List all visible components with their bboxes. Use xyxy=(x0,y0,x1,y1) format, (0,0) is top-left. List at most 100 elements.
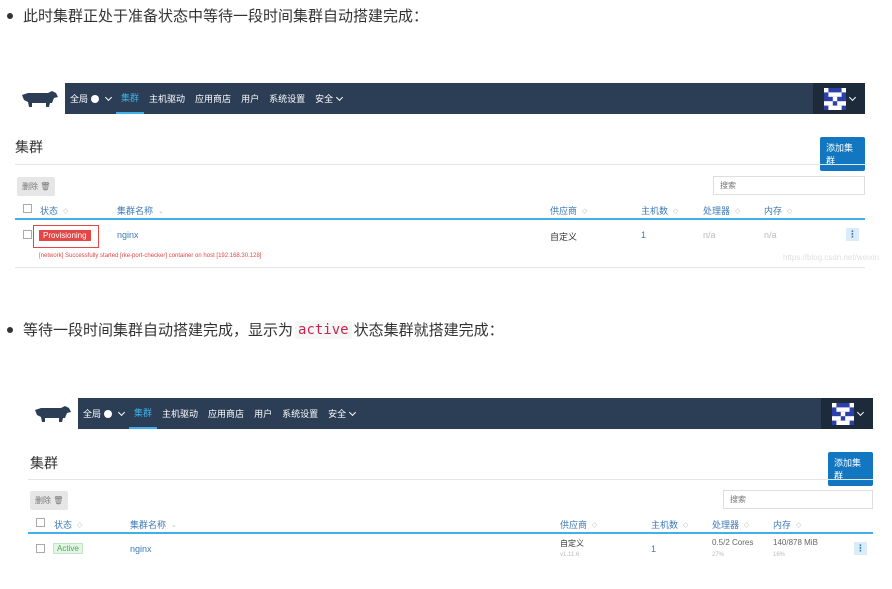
column-status-label: 状态 xyxy=(40,206,59,216)
paragraph-first: 此时集群正处于准备状态中等待一段时间集群自动搭建完成： xyxy=(7,5,428,26)
hosts-value[interactable]: 1 xyxy=(651,544,656,554)
nav-item-settings[interactable]: 系统设置 xyxy=(277,398,323,429)
table-header-underline xyxy=(15,218,865,220)
chevron-down-icon xyxy=(349,408,357,416)
nav-item-clusters[interactable]: 集群 xyxy=(129,398,158,429)
nav-global[interactable]: 全局 xyxy=(78,398,129,429)
nav-item-users[interactable]: 用户 xyxy=(236,83,264,114)
kebab-menu-icon[interactable]: ⋮ xyxy=(854,542,867,555)
cow-logo-icon xyxy=(22,90,58,107)
nav-item-host-drivers[interactable]: 主机驱动 xyxy=(144,83,190,114)
search-input[interactable] xyxy=(723,490,873,509)
column-provider-label: 供应商 xyxy=(550,206,578,216)
cluster-name-link[interactable]: nginx xyxy=(130,544,152,554)
column-memory-label: 内存 xyxy=(764,206,783,216)
column-cpu-label: 处理器 xyxy=(712,520,740,530)
delete-button-label: 删除 xyxy=(35,496,51,505)
row-divider xyxy=(15,267,865,268)
column-name[interactable]: 集群名称 ⌄ xyxy=(117,204,164,217)
sort-icon: ◇ xyxy=(673,207,679,215)
sort-icon: ◇ xyxy=(744,521,750,529)
nav-item-clusters[interactable]: 集群 xyxy=(116,83,145,114)
user-menu[interactable] xyxy=(813,83,865,114)
nav-item-host-drivers[interactable]: 主机驱动 xyxy=(157,398,203,429)
column-hosts-label: 主机数 xyxy=(641,206,669,216)
row-checkbox[interactable] xyxy=(36,544,45,553)
main-nav: 全局 集群 主机驱动 应用商店 用户 系统设置 安全 xyxy=(78,398,360,429)
nav-item-settings[interactable]: 系统设置 xyxy=(264,83,310,114)
cpu-percent: 27% xyxy=(712,552,725,558)
column-cpu-label: 处理器 xyxy=(703,206,731,216)
globe-icon xyxy=(91,94,100,103)
trash-icon: 🗑 xyxy=(53,496,64,505)
logo[interactable] xyxy=(15,83,65,114)
row-checkbox[interactable] xyxy=(23,230,32,239)
kebab-menu-icon[interactable]: ⋮ xyxy=(846,228,859,241)
sort-icon: ◇ xyxy=(582,207,588,215)
column-status-label: 状态 xyxy=(54,520,73,530)
nav-global-label: 全局 xyxy=(70,94,89,104)
bullet-dot xyxy=(7,326,13,333)
column-hosts[interactable]: 主机数 ◇ xyxy=(651,518,688,531)
table-header-underline xyxy=(28,532,873,534)
nav-item-users[interactable]: 用户 xyxy=(249,398,277,429)
screenshot-active: 全局 集群 主机驱动 应用商店 用户 系统设置 安全 集群 添加集群 删除 🗑 … xyxy=(28,398,873,573)
memory-value: 140/878 MiB xyxy=(773,538,818,547)
column-hosts-label: 主机数 xyxy=(651,520,679,530)
nav-item-security[interactable]: 安全 xyxy=(310,83,347,114)
delete-button-label: 删除 xyxy=(22,182,38,191)
title-divider xyxy=(15,164,865,165)
column-cpu[interactable]: 处理器 ◇ xyxy=(712,518,749,531)
delete-button[interactable]: 删除 🗑 xyxy=(17,177,56,196)
column-memory[interactable]: 内存 ◇ xyxy=(764,204,792,217)
status-badge: Active xyxy=(53,543,83,554)
top-nav-bar: 全局 集群 主机驱动 应用商店 用户 系统设置 安全 xyxy=(28,398,873,429)
column-memory[interactable]: 内存 ◇ xyxy=(773,518,801,531)
bullet-dot xyxy=(7,12,13,19)
nav-item-catalog[interactable]: 应用商店 xyxy=(190,83,236,114)
chevron-down-icon xyxy=(336,93,344,101)
column-provider[interactable]: 供应商 ◇ xyxy=(550,204,587,217)
pixel-avatar-icon xyxy=(823,87,846,110)
column-memory-label: 内存 xyxy=(773,520,792,530)
sort-icon: ⌄ xyxy=(158,207,164,215)
logo[interactable] xyxy=(28,398,78,429)
nav-item-security-label: 安全 xyxy=(315,94,334,104)
column-cpu[interactable]: 处理器 ◇ xyxy=(703,204,740,217)
sort-icon: ◇ xyxy=(63,207,69,215)
column-provider-label: 供应商 xyxy=(560,520,588,530)
delete-button[interactable]: 删除 🗑 xyxy=(30,491,69,510)
search-input[interactable] xyxy=(713,176,865,195)
paragraph-second: 等待一段时间集群自动搭建完成，显示为 active 状态集群就搭建完成： xyxy=(7,319,504,340)
paragraph-second-after: 状态集群就搭建完成： xyxy=(353,322,504,339)
select-all-checkbox[interactable] xyxy=(23,204,32,213)
select-all-checkbox[interactable] xyxy=(36,518,45,527)
memory-value: n/a xyxy=(764,230,777,240)
inline-code-active: active xyxy=(295,320,352,339)
hosts-value[interactable]: 1 xyxy=(641,230,646,240)
provider-value: 自定义 xyxy=(560,539,584,548)
column-name-label: 集群名称 xyxy=(130,520,167,530)
add-cluster-button[interactable]: 添加集群 xyxy=(828,452,873,486)
main-nav: 全局 集群 主机驱动 应用商店 用户 系统设置 安全 xyxy=(65,83,347,114)
nav-item-catalog[interactable]: 应用商店 xyxy=(203,398,249,429)
memory-percent: 16% xyxy=(773,552,786,558)
nav-global[interactable]: 全局 xyxy=(65,83,116,114)
column-name[interactable]: 集群名称 ⌄ xyxy=(130,518,177,531)
add-cluster-button[interactable]: 添加集群 xyxy=(820,137,865,171)
top-nav-bar: 全局 集群 主机驱动 应用商店 用户 系统设置 安全 xyxy=(15,83,865,114)
column-provider[interactable]: 供应商 ◇ xyxy=(560,518,597,531)
column-hosts[interactable]: 主机数 ◇ xyxy=(641,204,678,217)
sort-icon: ◇ xyxy=(787,207,793,215)
sort-icon: ◇ xyxy=(796,521,802,529)
page-title: 集群 xyxy=(15,139,43,155)
user-menu[interactable] xyxy=(821,398,873,429)
cluster-name-link[interactable]: nginx xyxy=(117,230,139,240)
nav-item-security[interactable]: 安全 xyxy=(323,398,360,429)
sort-icon: ◇ xyxy=(683,521,689,529)
column-name-label: 集群名称 xyxy=(117,206,154,216)
column-status[interactable]: 状态 ◇ xyxy=(54,518,82,531)
column-status[interactable]: 状态 ◇ xyxy=(40,204,68,217)
trash-icon: 🗑 xyxy=(40,182,51,191)
cpu-value: n/a xyxy=(703,230,716,240)
